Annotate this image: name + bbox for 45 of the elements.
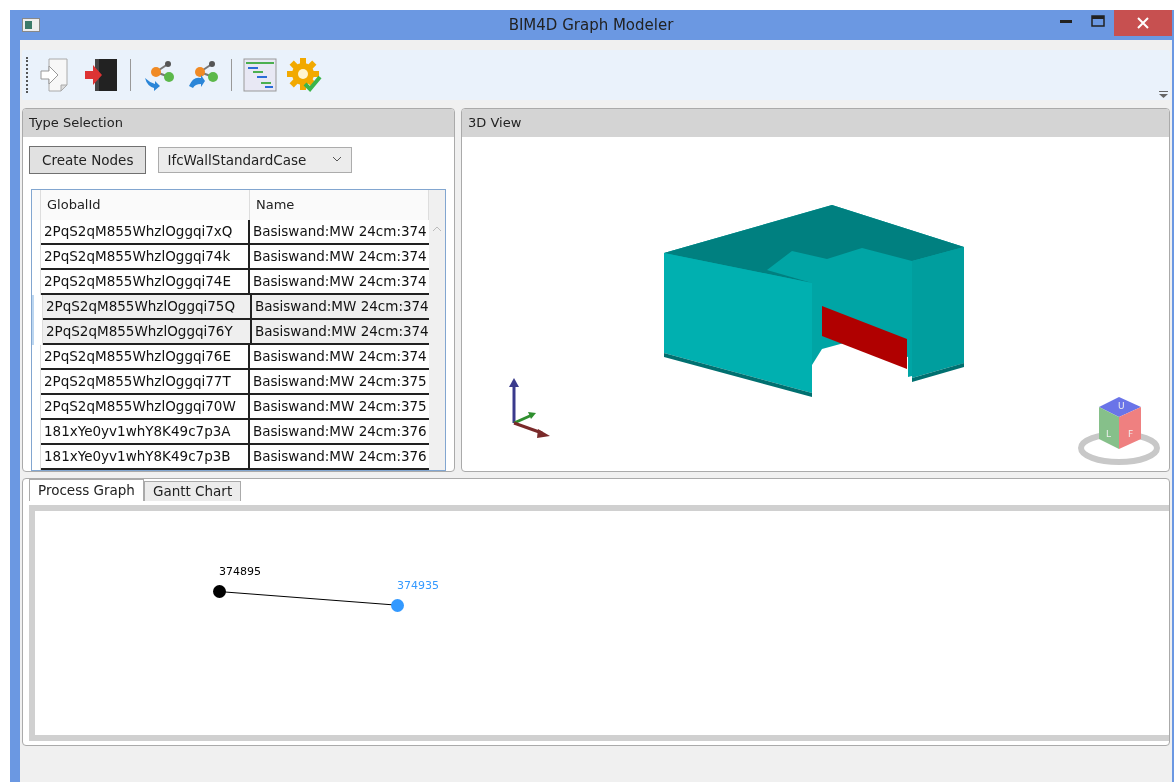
cube-face-label: F xyxy=(1128,428,1134,439)
close-icon xyxy=(1137,17,1149,29)
tab[interactable]: Gantt Chart xyxy=(143,480,242,501)
scroll-up-icon[interactable] xyxy=(431,225,442,232)
app-icon xyxy=(22,18,40,32)
tab[interactable]: Process Graph xyxy=(29,478,144,501)
close-button[interactable] xyxy=(1114,10,1172,36)
create-nodes-button[interactable]: Create Nodes xyxy=(29,145,147,174)
axes-icon xyxy=(506,376,552,439)
cube-face-label: L xyxy=(1106,428,1111,439)
gear-check-icon xyxy=(285,55,323,94)
table-cell: Basiswand:MW 24cm:376 xyxy=(250,444,429,470)
panel-title: Type Selection xyxy=(29,115,123,131)
table-cell: Basiswand:MW 24cm:374 xyxy=(252,319,429,345)
type-dropdown[interactable]: IfcWallStandardCase xyxy=(158,146,353,173)
chevron-down-icon xyxy=(333,157,342,163)
table-cell: 181xYe0yv1whY8K49c7p3B xyxy=(41,444,250,470)
table-cell: 2PqS2qM855WhzlOggqi76Y xyxy=(43,319,252,345)
table-cell: Basiswand:MW 24cm:374 xyxy=(252,294,429,320)
table-cell: Basiswand:MW 24cm:374 xyxy=(250,244,429,270)
table-cell: Basiswand:MW 24cm:375 xyxy=(250,394,429,420)
table-cell: 181xYe0yv1whY8K49c7p3A xyxy=(41,419,250,445)
node-label: 374935 xyxy=(397,578,439,592)
maximize-icon xyxy=(1091,15,1105,27)
minimize-icon xyxy=(1060,19,1072,23)
column-header[interactable]: GlobalId xyxy=(41,189,250,220)
overflow-icon[interactable] xyxy=(1159,90,1168,98)
graph-node[interactable] xyxy=(213,584,226,598)
cube-face-label: U xyxy=(1118,400,1125,411)
table-cell: 2PqS2qM855WhzlOggqi77T xyxy=(41,369,250,395)
gantt-chart-icon xyxy=(241,55,279,94)
table-cell: 2PqS2qM855WhzlOggqi76E xyxy=(41,344,250,370)
window-title: BIM4D Graph Modeler xyxy=(508,16,674,34)
panel-title: 3D View xyxy=(468,115,522,131)
table-cell: Basiswand:MW 24cm:374 xyxy=(250,344,429,370)
table-cell: 2PqS2qM855WhzlOggqi70W xyxy=(41,394,250,420)
table-cell: 2PqS2qM855WhzlOggqi7xQ xyxy=(41,219,250,245)
table-cell: Basiswand:MW 24cm:374 xyxy=(250,219,429,245)
table-cell: 2PqS2qM855WhzlOggqi75Q xyxy=(43,294,252,320)
graph-node[interactable] xyxy=(391,598,404,612)
node-label: 374895 xyxy=(219,564,261,578)
table-cell: 2PqS2qM855WhzlOggqi74k xyxy=(41,244,250,270)
column-header[interactable]: Name xyxy=(250,189,429,220)
table-cell: Basiswand:MW 24cm:376 xyxy=(250,419,429,445)
table-cell: Basiswand:MW 24cm:375 xyxy=(250,369,429,395)
